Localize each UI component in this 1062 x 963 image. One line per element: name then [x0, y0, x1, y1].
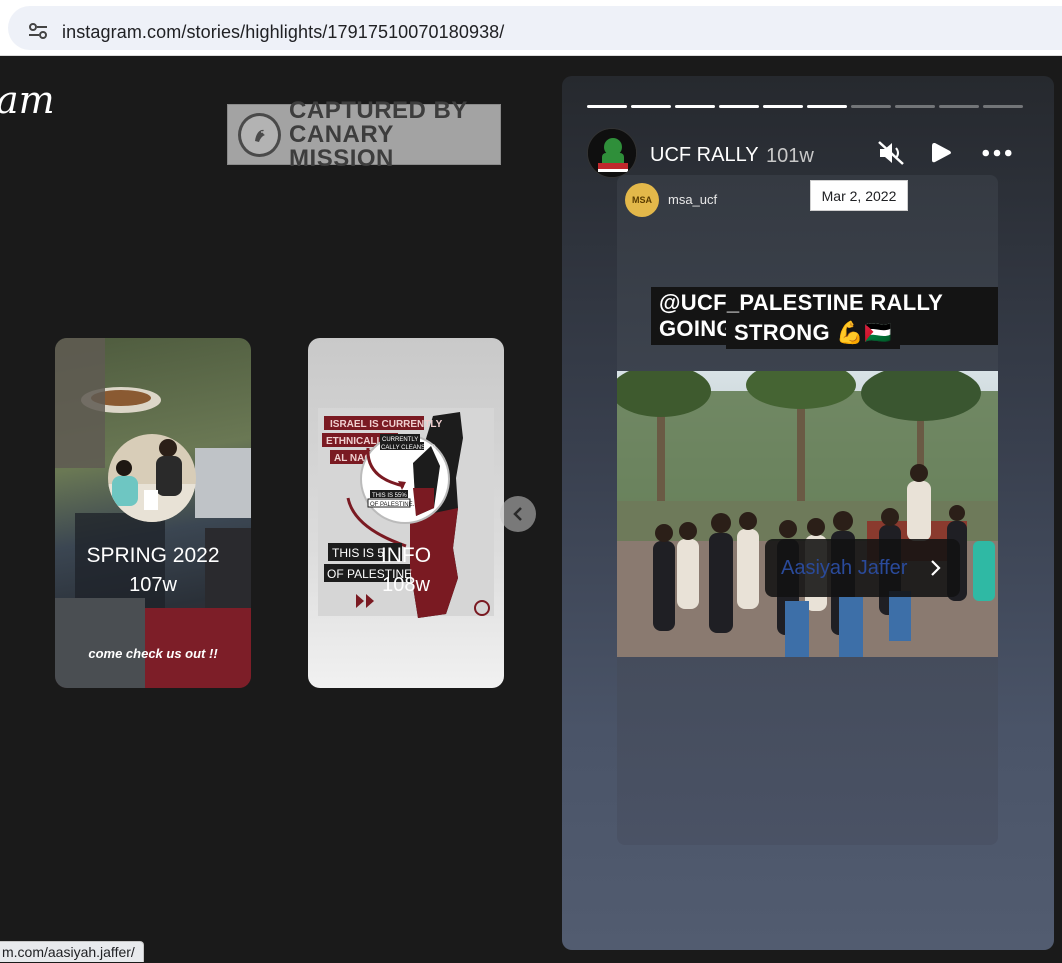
progress-segment: [587, 105, 627, 108]
watermark-text: CAPTURED BY CANARY MISSION: [289, 96, 468, 172]
progress-segment: [719, 105, 759, 108]
highlight-card-info[interactable]: ISRAEL IS CURRENTLY ETHNICALLY C AL NAQA…: [308, 338, 504, 688]
highlight-title: INFO: [380, 544, 432, 567]
previous-story-button[interactable]: [500, 496, 536, 532]
progress-segment: [763, 105, 803, 108]
chevron-left-icon: [513, 507, 522, 521]
instagram-stories-page: am CAPTURED BY CANARY MISSION SPRING 202…: [0, 56, 1062, 962]
highlight-age: 108w: [382, 574, 430, 596]
repost-avatar[interactable]: MSA: [625, 183, 659, 217]
info-graphic: ISRAEL IS CURRENTLY ETHNICALLY C AL NAQA…: [318, 408, 494, 618]
svg-text:ISRAEL IS CURRENTLY: ISRAEL IS CURRENTLY: [330, 419, 443, 430]
play-button[interactable]: [926, 138, 956, 168]
tune-icon[interactable]: [28, 23, 48, 39]
story-media[interactable]: MSA msa_ucf @UCF_PALESTINE RALLY GOING S…: [617, 175, 998, 845]
speaker-muted-icon: [878, 141, 904, 165]
story-caption-line-2: STRONG 💪🇵🇸: [726, 317, 900, 349]
address-bar[interactable]: instagram.com/stories/highlights/1791751…: [8, 6, 1062, 50]
mute-button[interactable]: [876, 138, 906, 168]
more-horizontal-icon: [982, 149, 1012, 157]
story-date-tooltip: Mar 2, 2022: [810, 180, 908, 211]
chevron-right-icon: [931, 560, 941, 576]
story-author-name[interactable]: UCF RALLY: [650, 144, 759, 167]
progress-segment: [631, 105, 671, 108]
story-viewer[interactable]: UCF RALLY 101w MSA msa_ucf @UCF_PALESTIN…: [562, 76, 1054, 950]
progress-segment: [851, 105, 891, 108]
progress-segment: [983, 105, 1023, 108]
highlight-card-spring-2022[interactable]: SPRING 2022 107w come check us out !!: [55, 338, 251, 688]
canary-mission-watermark: CAPTURED BY CANARY MISSION: [227, 98, 501, 170]
canary-seal-icon: [238, 112, 282, 157]
instagram-logo[interactable]: am: [0, 78, 55, 122]
link-status-bar: m.com/aasiyah.jaffer/: [0, 941, 144, 962]
story-author-avatar[interactable]: [587, 128, 637, 178]
user-tag-name: Aasiyah Jaffer: [781, 557, 908, 579]
play-icon: [932, 143, 951, 163]
highlight-caption: come check us out !!: [88, 646, 218, 661]
highlight-title: SPRING 2022: [86, 544, 220, 567]
repost-username[interactable]: msa_ucf: [668, 192, 717, 207]
browser-toolbar: instagram.com/stories/highlights/1791751…: [0, 0, 1062, 56]
rally-video: [617, 371, 998, 657]
progress-segment: [675, 105, 715, 108]
more-options-button[interactable]: [982, 138, 1012, 168]
svg-text:THIS IS 55%: THIS IS 55%: [372, 493, 407, 499]
progress-segment: [895, 105, 935, 108]
url-text: instagram.com/stories/highlights/1791751…: [62, 22, 505, 42]
highlight-age: 107w: [129, 574, 177, 596]
highlight-cover-avatar: [108, 434, 196, 522]
story-progress-bar: [587, 105, 1023, 108]
user-tag-bubble[interactable]: Aasiyah Jaffer: [765, 539, 960, 597]
story-age: 101w: [766, 145, 814, 167]
svg-text:OF PALESTINE.: OF PALESTINE.: [370, 502, 415, 508]
progress-segment: [939, 105, 979, 108]
progress-segment: [807, 105, 847, 108]
